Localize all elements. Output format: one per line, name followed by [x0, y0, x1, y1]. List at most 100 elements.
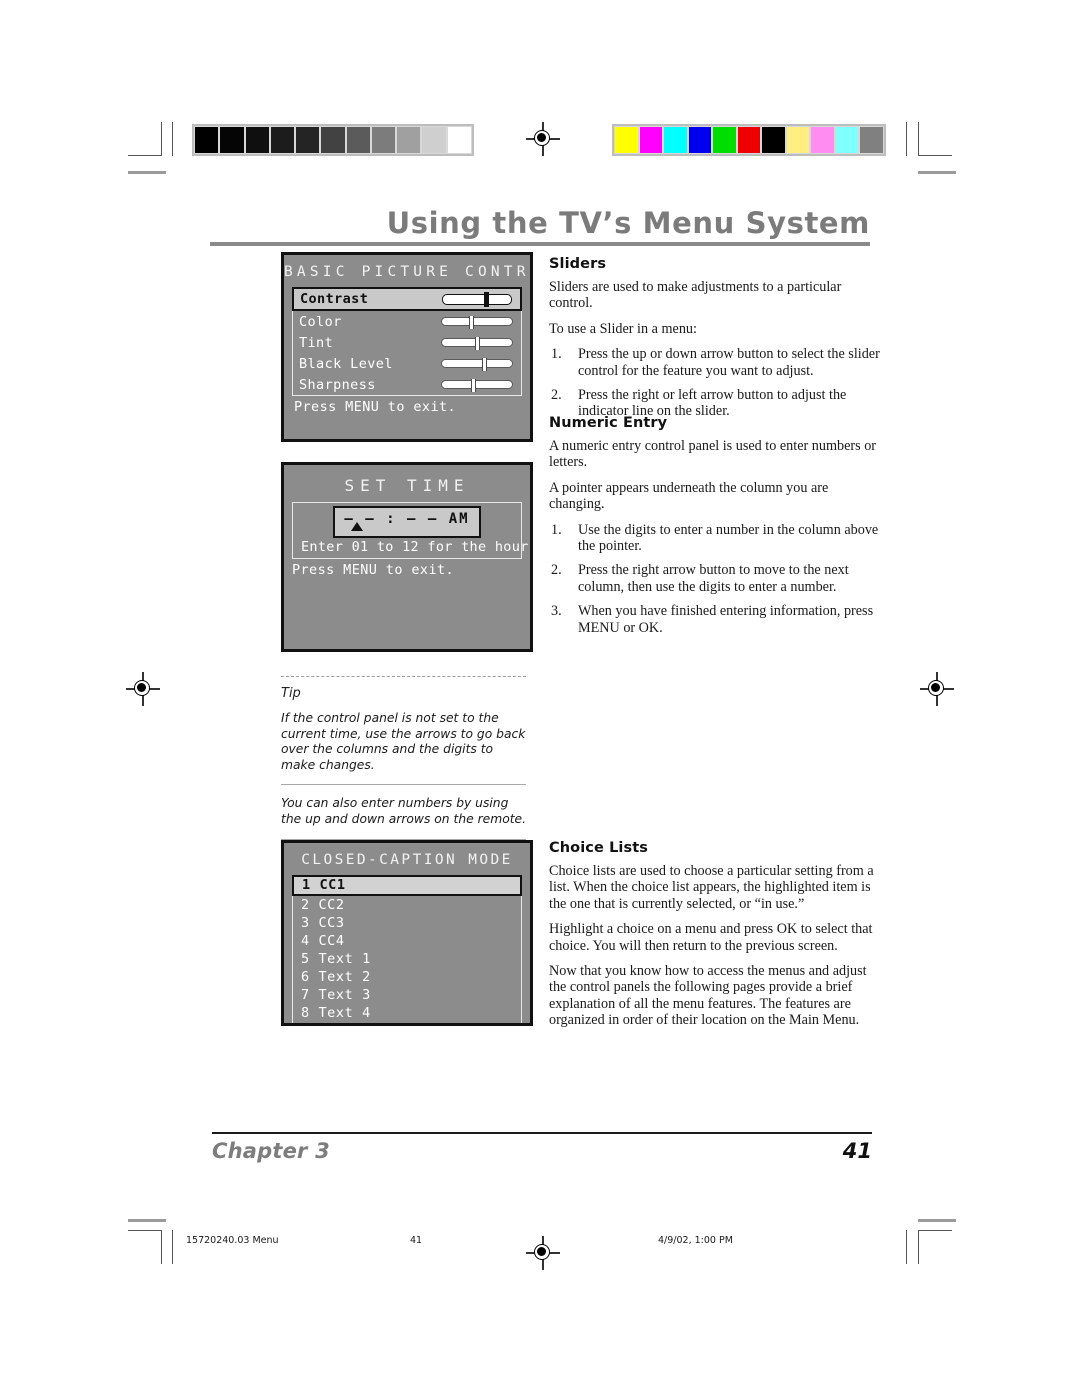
grayscale-swatch [345, 126, 371, 154]
tip-bottom-rule [281, 838, 526, 840]
slider-label: Sharpness [299, 376, 376, 393]
registration-mark-bottom [526, 1236, 560, 1270]
color-swatch [810, 126, 835, 154]
crop-dash-bottom-left [128, 1219, 166, 1222]
grayscale-swatch [194, 126, 220, 154]
grayscale-swatch [219, 126, 245, 154]
crop-tick-bottom-left [172, 1230, 173, 1264]
step-item: 1. Use the digits to enter a number in th… [549, 522, 881, 555]
tip-block: Tip If the control panel is not set to t… [281, 676, 526, 840]
color-swatch [687, 126, 713, 154]
color-swatch [712, 126, 737, 154]
title-underline-rule [210, 242, 870, 246]
choice-list-item[interactable]: 1 CC1 [292, 875, 522, 896]
step-item: 3. When you have finished entering inform… [549, 603, 881, 636]
choice-list-item[interactable]: 8 Text 4 [293, 1004, 521, 1022]
column-divider [537, 252, 538, 1030]
page-title: Using the TV’s Menu System [386, 206, 870, 240]
grayscale-swatch [269, 126, 296, 154]
footer-rule [212, 1132, 872, 1134]
numeric-entry-control[interactable]: — — : — — AM Enter 01 to 12 for the hour… [292, 502, 533, 559]
tip-text-1: If the control panel is not set to the c… [281, 711, 526, 772]
choice-list-item[interactable]: 6 Text 2 [293, 968, 521, 986]
slider-thumb[interactable] [481, 358, 487, 371]
numeric-entry-step-list: 1. Use the digits to enter a number in th… [549, 522, 881, 636]
print-slug-timestamp: 4/9/02, 1:00 PM [658, 1235, 733, 1246]
slider-track[interactable] [441, 316, 513, 329]
slider-row[interactable]: Tint [293, 332, 521, 353]
numeric-entry-paragraph-2: A pointer appears underneath the column … [549, 479, 829, 513]
color-swatch [663, 126, 688, 154]
step-text: Use the digits to enter a number in the … [578, 521, 879, 555]
numeric-entry-paragraph-1: A numeric entry control panel is used to… [549, 438, 877, 471]
print-slug-folio: 41 [410, 1235, 423, 1246]
set-time-hint: Enter 01 to 12 for the hour. [301, 539, 533, 555]
chapter-label: Chapter 3 [212, 1139, 330, 1163]
basic-picture-footer: Press MENU to exit. [294, 399, 457, 415]
slider-row[interactable]: Contrast [292, 287, 522, 311]
sliders-paragraph-1: Sliders are used to make adjustments to … [549, 279, 842, 312]
color-swatch [834, 126, 860, 154]
choice-lists-paragraph-1: Choice lists are used to choose a partic… [549, 863, 874, 912]
choice-list-item[interactable]: 4 CC4 [293, 932, 521, 950]
crop-tick-top-right [906, 122, 907, 156]
color-swatch [638, 126, 664, 154]
section-sliders: Sliders Sliders are used to make adjustm… [549, 256, 881, 429]
choice-lists-paragraph-2: Highlight a choice on a menu and press O… [549, 921, 873, 954]
slider-row[interactable]: Color [293, 311, 521, 332]
section-choice-lists: Choice Lists Choice lists are used to ch… [549, 840, 881, 1038]
registration-mark-top [526, 122, 560, 156]
step-number: 2. [551, 387, 562, 404]
numeric-entry-field[interactable]: — — : — — AM [333, 506, 481, 538]
slider-thumb[interactable] [468, 316, 474, 329]
crop-dash-top-right [918, 171, 956, 174]
grayscale-swatch [320, 126, 346, 154]
grayscale-calibration-bar [192, 124, 474, 156]
choice-list-item[interactable]: 3 CC3 [293, 914, 521, 932]
heading-numeric-entry: Numeric Entry [549, 415, 668, 431]
choice-list-item[interactable]: 2 CC2 [293, 896, 521, 914]
registration-dot [537, 133, 546, 142]
crop-mark-top-right [918, 122, 952, 156]
slider-track[interactable] [441, 337, 513, 350]
choice-list-item[interactable]: 7 Text 3 [293, 986, 521, 1004]
registration-dot [137, 683, 146, 692]
step-number: 1. [551, 521, 562, 538]
crop-mark-bottom-right [918, 1230, 952, 1264]
column-pointer-icon [351, 522, 363, 531]
tip-middle-rule [281, 784, 526, 786]
slider-label: Contrast [300, 291, 369, 307]
slider-track[interactable] [441, 358, 513, 371]
step-number: 1. [551, 346, 562, 363]
slider-row[interactable]: Black Level [293, 353, 521, 374]
slider-track[interactable] [442, 291, 512, 307]
tip-top-rule [281, 676, 526, 677]
slider-label: Color [299, 313, 342, 330]
crop-mark-bottom-left [128, 1230, 162, 1264]
crop-dash-top-left [128, 171, 166, 174]
section-numeric-entry: Numeric Entry A numeric entry control pa… [549, 415, 881, 645]
slider-row[interactable]: Sharpness [293, 374, 521, 395]
crop-tick-top-left [172, 122, 173, 156]
color-swatch [736, 126, 762, 154]
color-calibration-bar [612, 124, 886, 156]
step-text: Press the right arrow button to move to … [578, 562, 849, 595]
registration-mark-right [920, 672, 954, 706]
step-item: 1. Press the up or down arrow button to s… [549, 346, 881, 379]
registration-mark-left [126, 672, 160, 706]
step-number: 3. [551, 603, 562, 620]
slider-track[interactable] [441, 379, 513, 392]
panel-title-set-time: SET TIME [344, 476, 470, 495]
grayscale-swatch [421, 126, 447, 154]
slider-thumb[interactable] [474, 337, 480, 350]
choice-lists-paragraph-3: Now that you know how to access the menu… [549, 963, 867, 1029]
closed-caption-mode-panel: CLOSED-CAPTION MODE 1 CC1 2 CC2 3 CC3 4 CC4… [281, 840, 533, 1026]
choice-list-item[interactable]: 5 Text 1 [293, 950, 521, 968]
grayscale-swatch [446, 126, 472, 154]
grayscale-swatch [295, 126, 321, 154]
color-swatch [785, 126, 811, 154]
slider-thumb[interactable] [471, 379, 477, 392]
grayscale-swatch [370, 126, 397, 154]
slider-thumb[interactable] [483, 291, 489, 307]
print-slug-file: 15720240.03 Menu [186, 1235, 279, 1246]
